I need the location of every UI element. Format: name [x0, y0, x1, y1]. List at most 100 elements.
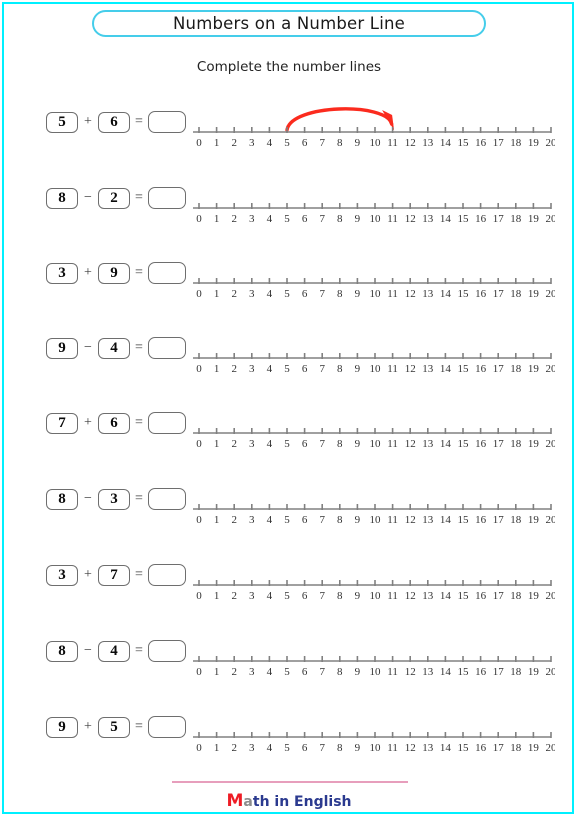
axis-tick-label: 7: [319, 288, 325, 300]
axis-tick-label: 15: [458, 288, 470, 300]
axis-tick-label: 0: [196, 363, 202, 375]
axis-tick-label: 13: [422, 514, 434, 526]
axis-tick-label: 1: [214, 666, 220, 678]
axis-tick-label: 7: [319, 590, 325, 602]
right-operand-box: 2: [98, 187, 130, 209]
axis-tick-label: 9: [355, 363, 361, 375]
axis-tick-label: 17: [493, 363, 505, 375]
axis-tick-label: 6: [302, 590, 308, 602]
number-line[interactable]: 0 1 2 3 4 5 6 7 8 9 10 11 12 13 14 15 16 17 18 19 20: [193, 473, 555, 529]
logo-rest: th in English: [252, 794, 352, 810]
axis-tick-label: 14: [440, 288, 452, 300]
axis-tick-label: 4: [267, 590, 273, 602]
axis-tick-label: 17: [493, 213, 505, 225]
axis-tick-label: 8: [337, 288, 343, 300]
axis-tick-label: 11: [387, 666, 398, 678]
axis-tick-label: 14: [440, 514, 452, 526]
axis-tick-label: 20: [546, 288, 556, 300]
equation: 8−4 =: [46, 639, 186, 663]
axis-tick-label: 20: [546, 438, 556, 450]
axis-tick-label: 4: [267, 438, 273, 450]
right-operand-box: 6: [98, 412, 130, 434]
axis-tick-label: 19: [528, 213, 540, 225]
axis-tick-label: 5: [284, 288, 290, 300]
axis-tick-label: 11: [387, 213, 398, 225]
axis-tick-label: 11: [387, 514, 398, 526]
axis-tick-label: 17: [493, 514, 505, 526]
left-operand-box: 3: [46, 564, 78, 586]
axis-tick-label: 3: [249, 363, 255, 375]
answer-input-box[interactable]: [148, 187, 186, 209]
axis-tick-label: 8: [337, 213, 343, 225]
operator-symbol: −: [84, 190, 92, 205]
axis-tick-label: 0: [196, 666, 202, 678]
number-line[interactable]: 0 1 2 3 4 5 6 7 8 9 10 11 12 13 14 15 16 17 18 19 20: [193, 625, 555, 681]
axis-tick-label: 2: [231, 137, 237, 149]
axis-tick-label: 19: [528, 438, 540, 450]
number-line[interactable]: 0 1 2 3 4 5 6 7 8 9 10 11 12 13 14 15 16 17 18 19 20: [193, 701, 555, 757]
axis-tick-label: 18: [510, 288, 522, 300]
axis-tick-label: 0: [196, 514, 202, 526]
axis-tick-label: 15: [458, 590, 470, 602]
axis-tick-label: 17: [493, 666, 505, 678]
equals-symbol: =: [135, 567, 143, 582]
axis-tick-label: 11: [387, 590, 398, 602]
number-line[interactable]: 0 1 2 3 4 5 6 7 8 9 10 11 12 13 14 15 16 17 18 19 20: [193, 322, 555, 378]
answer-input-box[interactable]: [148, 716, 186, 738]
axis-tick-label: 12: [405, 742, 416, 754]
axis-tick-label: 14: [440, 590, 452, 602]
axis-tick-label: 10: [370, 137, 382, 149]
axis-tick-label: 9: [355, 590, 361, 602]
right-operand-box: 3: [98, 488, 130, 510]
number-line[interactable]: 0 1 2 3 4 5 6 7 8 9 10 11 12 13 14 15 16 17 18 19 20: [193, 247, 555, 303]
axis-tick-label: 10: [370, 590, 382, 602]
axis-tick-label: 16: [475, 742, 487, 754]
axis-tick-label: 16: [475, 438, 487, 450]
operator-symbol: +: [84, 114, 92, 129]
axis-tick-label: 3: [249, 288, 255, 300]
equation: 9 +5 =: [46, 715, 186, 739]
footer-divider: [172, 781, 408, 783]
right-operand-box: 9: [98, 262, 130, 284]
axis-tick-label: 20: [546, 137, 556, 149]
axis-tick-label: 9: [355, 288, 361, 300]
answer-input-box[interactable]: [148, 262, 186, 284]
axis-tick-label: 19: [528, 137, 540, 149]
axis-tick-label: 7: [319, 514, 325, 526]
axis-tick-label: 16: [475, 213, 487, 225]
number-line[interactable]: 0 1 2 3 4 5 6 7 8 9 10 11 12 13 14 15 16 17 18 19 20: [193, 96, 555, 152]
answer-input-box[interactable]: [148, 337, 186, 359]
equals-symbol: =: [135, 340, 143, 355]
axis-tick-label: 11: [387, 438, 398, 450]
number-line[interactable]: 0 1 2 3 4 5 6 7 8 9 10 11 12 13 14 15 16 17 18 19 20: [193, 549, 555, 605]
equals-symbol: =: [135, 265, 143, 280]
axis-tick-label: 13: [422, 590, 434, 602]
operator-symbol: +: [84, 265, 92, 280]
axis-tick-label: 7: [319, 363, 325, 375]
axis-tick-label: 5: [284, 666, 290, 678]
equation: 7 +6 =: [46, 411, 186, 435]
equation: 3 +9 =: [46, 261, 186, 285]
axis-tick-label: 6: [302, 438, 308, 450]
axis-tick-label: 11: [387, 288, 398, 300]
answer-input-box[interactable]: [148, 111, 186, 133]
equals-symbol: =: [135, 643, 143, 658]
axis-tick-label: 5: [284, 438, 290, 450]
logo-second-letter: a: [243, 794, 253, 810]
axis-tick-label: 8: [337, 514, 343, 526]
answer-input-box[interactable]: [148, 412, 186, 434]
axis-tick-label: 0: [196, 742, 202, 754]
answer-input-box[interactable]: [148, 640, 186, 662]
axis-tick-label: 6: [302, 514, 308, 526]
axis-tick-label: 1: [214, 137, 220, 149]
axis-tick-label: 15: [458, 514, 470, 526]
answer-input-box[interactable]: [148, 564, 186, 586]
axis-tick-label: 17: [493, 438, 505, 450]
operator-symbol: +: [84, 567, 92, 582]
axis-tick-label: 3: [249, 514, 255, 526]
number-line[interactable]: 0 1 2 3 4 5 6 7 8 9 10 11 12 13 14 15 16 17 18 19 20: [193, 172, 555, 228]
operator-symbol: +: [84, 415, 92, 430]
axis-tick-label: 13: [422, 666, 434, 678]
answer-input-box[interactable]: [148, 488, 186, 510]
number-line[interactable]: 0 1 2 3 4 5 6 7 8 9 10 11 12 13 14 15 16 17 18 19 20: [193, 397, 555, 453]
